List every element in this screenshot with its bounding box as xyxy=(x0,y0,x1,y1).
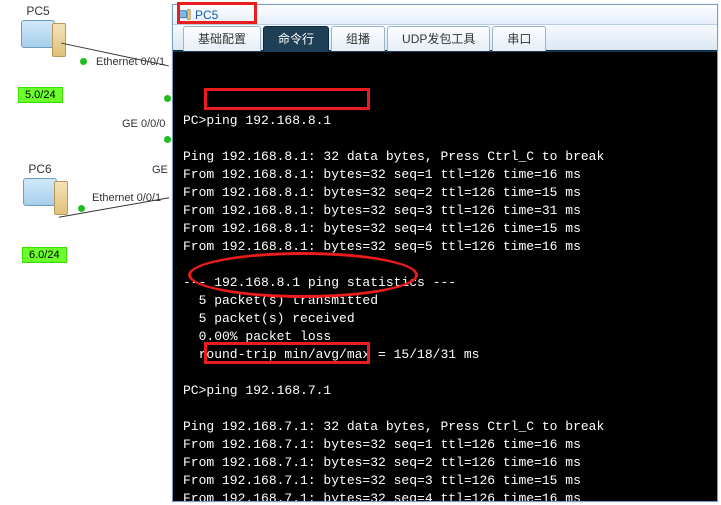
terminal-line: Ping 192.168.7.1: 32 data bytes, Press C… xyxy=(183,419,604,434)
iface-label-ge000: GE 0/0/0 xyxy=(122,118,165,130)
pc-icon xyxy=(18,178,62,218)
terminal-line: PC>ping 192.168.7.1 xyxy=(183,383,331,398)
pc-terminal-window: PC5 基础配置 命令行 组播 UDP发包工具 串口 PC>ping 192.1… xyxy=(172,4,718,502)
topology-canvas[interactable]: PC5 Ethernet 0/0/1 5.0/24 GE 0/0/0 GE PC… xyxy=(0,0,170,505)
node-pc6-label: PC6 xyxy=(18,162,62,176)
terminal-line: From 192.168.7.1: bytes=32 seq=4 ttl=126… xyxy=(183,491,581,501)
terminal-line: From 192.168.8.1: bytes=32 seq=1 ttl=126… xyxy=(183,167,581,182)
pc-window-icon xyxy=(177,8,191,22)
terminal-line: PC>ping 192.168.8.1 xyxy=(183,113,331,128)
terminal-line: From 192.168.8.1: bytes=32 seq=2 ttl=126… xyxy=(183,185,581,200)
terminal-line: round-trip min/avg/max = 15/18/31 ms xyxy=(183,347,479,362)
node-pc6[interactable]: PC6 xyxy=(18,162,62,218)
terminal-line: Ping 192.168.8.1: 32 data bytes, Press C… xyxy=(183,149,604,164)
terminal-line xyxy=(183,77,596,92)
window-title: PC5 xyxy=(195,8,218,22)
title-bar[interactable]: PC5 xyxy=(173,5,717,25)
tab-cli[interactable]: 命令行 xyxy=(263,26,329,51)
terminal-line: From 192.168.8.1: bytes=32 seq=3 ttl=126… xyxy=(183,203,581,218)
terminal-line: 5 packet(s) transmitted xyxy=(183,293,378,308)
terminal-line: From 192.168.7.1: bytes=32 seq=3 ttl=126… xyxy=(183,473,581,488)
subnet-badge-pc5: 5.0/24 xyxy=(18,87,63,103)
node-pc5-label: PC5 xyxy=(16,4,60,18)
terminal-output[interactable]: PC>ping 192.168.8.1 Ping 192.168.8.1: 32… xyxy=(173,51,717,501)
link-status-dot xyxy=(78,205,85,212)
tab-bar: 基础配置 命令行 组播 UDP发包工具 串口 xyxy=(173,25,717,51)
iface-label-ge: GE xyxy=(152,164,168,176)
tab-udp[interactable]: UDP发包工具 xyxy=(387,26,490,51)
tab-multicast[interactable]: 组播 xyxy=(331,26,385,51)
pc-icon xyxy=(16,20,60,60)
terminal-line: From 192.168.8.1: bytes=32 seq=5 ttl=126… xyxy=(183,239,581,254)
terminal-line: --- 192.168.8.1 ping statistics --- xyxy=(183,275,456,290)
link-status-dot xyxy=(164,95,171,102)
link-status-dot xyxy=(80,58,87,65)
terminal-line: From 192.168.8.1: bytes=32 seq=4 ttl=126… xyxy=(183,221,581,236)
link-status-dot xyxy=(164,136,171,143)
terminal-line: From 192.168.7.1: bytes=32 seq=1 ttl=126… xyxy=(183,437,581,452)
subnet-badge-pc6: 6.0/24 xyxy=(22,247,67,263)
tab-basic[interactable]: 基础配置 xyxy=(183,26,261,51)
iface-label-pc6: Ethernet 0/0/1 xyxy=(92,192,161,204)
terminal-line: From 192.168.7.1: bytes=32 seq=2 ttl=126… xyxy=(183,455,581,470)
terminal-line: 0.00% packet loss xyxy=(183,329,331,344)
terminal-line: 5 packet(s) received xyxy=(183,311,355,326)
tab-serial[interactable]: 串口 xyxy=(492,26,546,51)
node-pc5[interactable]: PC5 xyxy=(16,4,60,60)
